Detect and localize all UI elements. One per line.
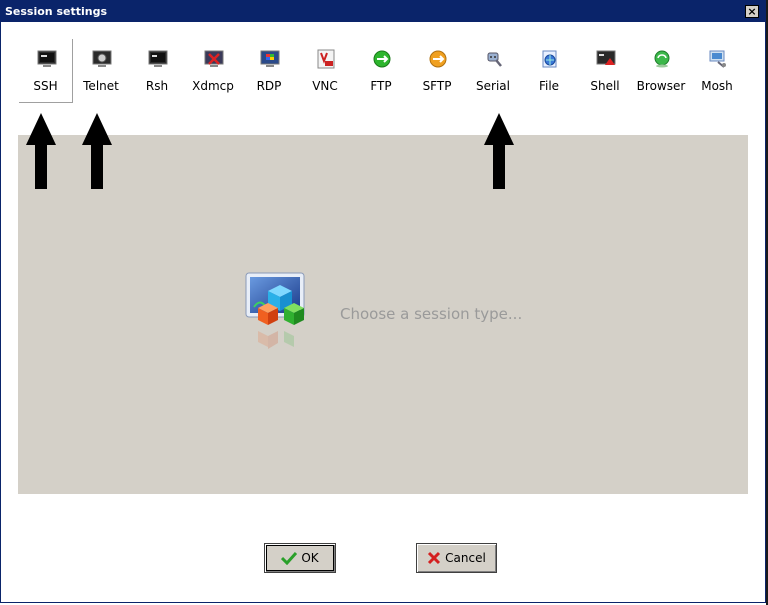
- up-arrow-icon: [484, 113, 514, 189]
- session-type-icon: [245, 272, 305, 349]
- tool-vnc[interactable]: VNC: [298, 39, 352, 103]
- close-icon: ×: [747, 5, 757, 18]
- xdmcp-icon: [204, 50, 224, 67]
- tool-ssh[interactable]: SSH: [19, 39, 73, 103]
- tool-sftp[interactable]: SFTP: [410, 39, 464, 103]
- shell-icon: [596, 50, 616, 65]
- session-settings-dialog: Session settings × SSH Telnet Rsh Xdmcp …: [0, 0, 766, 603]
- up-arrow-icon: [26, 113, 56, 189]
- file-icon: [542, 50, 557, 68]
- tool-serial[interactable]: Serial: [466, 39, 520, 103]
- checkmark-icon: [281, 551, 298, 565]
- sftp-icon: [429, 50, 447, 68]
- tool-rsh[interactable]: Rsh: [130, 39, 184, 103]
- serial-icon: [487, 52, 502, 67]
- rsh-icon: [148, 50, 168, 67]
- tool-rdp[interactable]: RDP: [242, 39, 296, 103]
- up-arrow-icon: [82, 113, 112, 189]
- session-panel: Choose a session type...: [18, 135, 748, 494]
- browser-icon: [654, 50, 670, 68]
- tool-telnet[interactable]: Telnet: [74, 39, 128, 103]
- tool-file[interactable]: File: [522, 39, 576, 103]
- tool-mosh[interactable]: Mosh: [690, 39, 744, 103]
- cancel-button[interactable]: Cancel: [416, 543, 497, 573]
- telnet-icon: [92, 50, 112, 67]
- tool-shell[interactable]: Shell: [578, 39, 632, 103]
- tool-browser[interactable]: Browser: [634, 39, 688, 103]
- window-title: Session settings: [5, 5, 108, 18]
- session-type-toolbar: SSH Telnet Rsh Xdmcp RDP VNC FTP SFTP Se…: [18, 39, 748, 103]
- ok-button[interactable]: OK: [264, 543, 336, 573]
- rdp-icon: [260, 50, 280, 67]
- mosh-icon: [709, 50, 726, 68]
- close-button[interactable]: ×: [745, 5, 759, 18]
- tool-xdmcp[interactable]: Xdmcp: [186, 39, 240, 103]
- cancel-button-label: Cancel: [445, 551, 486, 565]
- title-bar[interactable]: Session settings ×: [1, 1, 765, 22]
- ok-button-label: OK: [301, 551, 319, 565]
- ftp-icon: [373, 50, 391, 68]
- ssh-icon: [37, 50, 57, 67]
- session-type-hint: Choose a session type...: [340, 305, 523, 323]
- vnc-icon: [317, 49, 335, 69]
- tool-label: Mosh: [701, 79, 733, 93]
- cancel-x-icon: [428, 551, 441, 565]
- tool-ftp[interactable]: FTP: [354, 39, 408, 103]
